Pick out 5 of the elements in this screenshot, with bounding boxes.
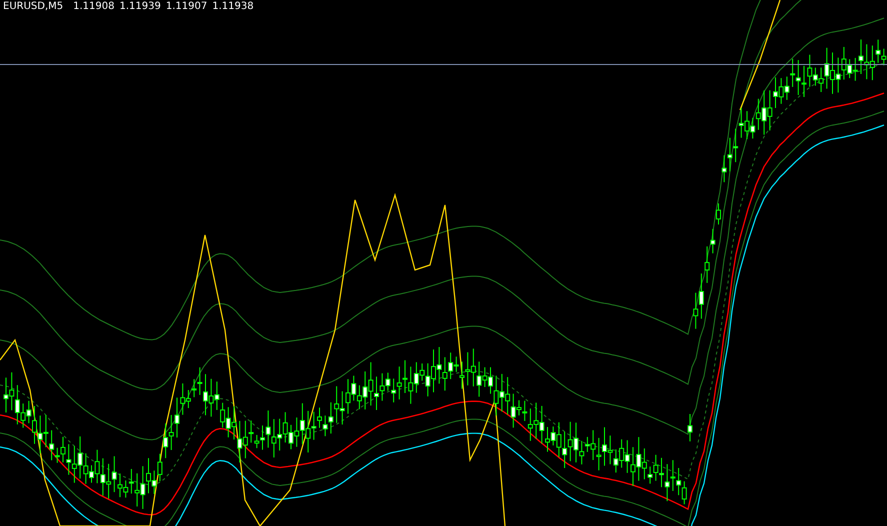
price-value: 1.11938 (212, 1, 254, 12)
price-value: 1.11907 (166, 1, 208, 12)
symbol-label: EURUSD,M5 (3, 1, 64, 12)
price-value: 1.11939 (119, 1, 161, 12)
price-value: 1.11908 (73, 1, 114, 12)
